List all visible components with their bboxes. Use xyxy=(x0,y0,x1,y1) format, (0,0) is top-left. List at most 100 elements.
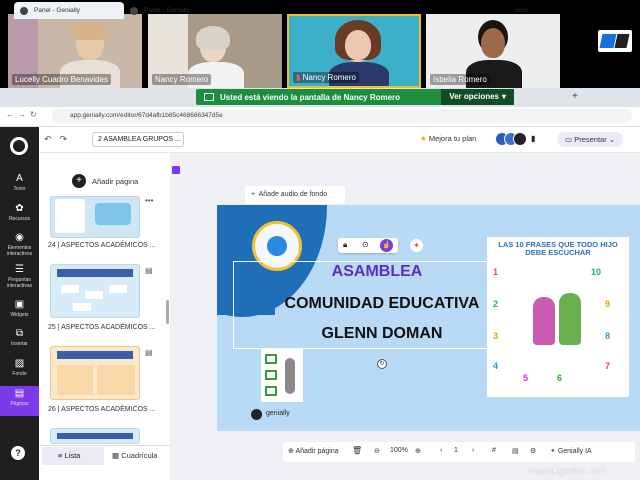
help-icon[interactable]: ? xyxy=(11,446,25,460)
slide-canvas[interactable]: ASAMBLEA COMUNIDAD EDUCATIVA GLENN DOMAN… xyxy=(217,205,640,431)
genially-logo-icon[interactable] xyxy=(10,137,28,155)
tool-text[interactable]: A Texto xyxy=(0,173,39,192)
improve-plan-button[interactable]: ★ Mejora tu plan xyxy=(420,134,476,143)
ai-sparkle-icon[interactable]: ✦ xyxy=(410,239,423,252)
background-icon: ▨ xyxy=(14,358,25,369)
new-tab-button[interactable]: + xyxy=(572,91,578,102)
screen-share-banner: Usted está viendo la pantalla de Nancy R… xyxy=(196,89,514,105)
poster-number: 5 xyxy=(523,373,529,383)
interactive-icon: ◉ xyxy=(15,232,24,243)
zoom-in-icon[interactable]: ⊕ xyxy=(415,447,421,455)
star-icon: ★ xyxy=(420,134,427,143)
add-audio-button[interactable]: + Añade audio de fondo xyxy=(245,186,345,204)
url-text: app.genially.com/editor/67d4afb1b85c4686… xyxy=(70,112,223,119)
more-icon[interactable]: ▤ xyxy=(145,348,153,357)
layers-icon[interactable]: ▤ xyxy=(512,447,519,455)
share-banner-text: Usted está viendo la pantalla de Nancy R… xyxy=(220,92,401,102)
animation-icon[interactable]: ☝ xyxy=(380,239,393,252)
browser-tab[interactable]: Panel - Genially xyxy=(14,2,124,19)
slide-title-line1[interactable]: ASAMBLEA xyxy=(257,263,497,281)
next-page-icon[interactable]: › xyxy=(472,447,474,454)
widgets-icon: ▣ xyxy=(14,299,25,310)
list-view-button[interactable]: ≡ Lista xyxy=(42,447,104,465)
questions-icon: ☰ xyxy=(15,264,24,275)
zoom-level[interactable]: 100% xyxy=(390,447,408,454)
chevron-down-icon: ⌄ xyxy=(608,135,616,144)
slide-label: 25 | ASPECTOS ACADÉMICOS ... xyxy=(48,324,156,331)
slide-title-line2[interactable]: COMUNIDAD EDUCATIVA xyxy=(257,295,507,313)
checklist-image xyxy=(261,348,303,402)
zoom-out-icon[interactable]: ⊖ xyxy=(374,447,380,455)
poster-number: 7 xyxy=(605,361,611,371)
panel-scrollbar[interactable] xyxy=(166,300,169,324)
poster-number: 9 xyxy=(605,299,611,309)
add-page-button[interactable]: ⊕ Añadir página xyxy=(288,447,339,455)
undo-redo[interactable]: ↶↷ xyxy=(44,134,75,145)
participant-tile-active[interactable]: ▮ Nancy Romero xyxy=(287,14,421,88)
brand-label: genially xyxy=(266,410,290,417)
slide-thumb[interactable] xyxy=(50,264,140,318)
participant-tile[interactable]: Nancy Romero xyxy=(148,14,282,88)
genially-favicon-icon xyxy=(130,7,138,15)
chevron-down-icon: ▾ xyxy=(501,92,506,101)
plus-circle-icon: ⊕ xyxy=(288,448,294,455)
genially-ai-button[interactable]: ✦ Genially IA xyxy=(550,447,592,455)
tool-pages[interactable]: ▤ Páginas xyxy=(0,386,39,416)
slide-title-line3[interactable]: GLENN DOMAN xyxy=(257,325,507,343)
more-icon[interactable]: ••• xyxy=(145,196,153,205)
more-icon[interactable]: ▤ xyxy=(145,266,153,275)
poster-title: LAS 10 FRASES QUE TODO HIJO DEBE ESCUCHA… xyxy=(498,240,618,257)
participant-name: Isbelia Romero xyxy=(430,74,490,85)
collapse-panel-icon[interactable] xyxy=(172,166,180,174)
interaction-icon[interactable]: ⊙ xyxy=(362,240,369,249)
participant-name: Nancy Romero xyxy=(152,74,212,85)
browser-tab[interactable]: oom xyxy=(505,2,561,19)
tool-widgets[interactable]: ▣ Widgets xyxy=(0,299,39,318)
delete-icon[interactable]: 🗑︎ xyxy=(352,446,362,455)
browser-tab[interactable]: Panel - Genially xyxy=(124,2,202,19)
tool-interactive-elements[interactable]: ◉ Elementos interactivos xyxy=(0,232,39,257)
text-icon: A xyxy=(16,173,23,184)
participant-tile[interactable]: Isbelia Romero xyxy=(426,14,560,88)
lock-icon[interactable]: 🔒︎ xyxy=(343,240,347,250)
slide-label: 24 | ASPECTOS ACADÉMICOS ... xyxy=(48,242,156,249)
back-icon: ← xyxy=(6,110,18,119)
tool-insert[interactable]: ⧉ Insertar xyxy=(0,328,39,347)
rotate-handle-icon[interactable]: ↻ xyxy=(377,359,387,369)
slide-thumb[interactable] xyxy=(50,196,140,238)
poster-number: 2 xyxy=(493,299,499,309)
nav-buttons[interactable]: ←→↻ xyxy=(6,110,41,119)
screen-share-icon xyxy=(204,93,214,101)
add-page-top[interactable]: Añadir página xyxy=(92,177,138,186)
avatar xyxy=(513,132,527,146)
list-icon: ≡ xyxy=(58,451,63,460)
tool-background[interactable]: ▨ Fondo xyxy=(0,358,39,377)
view-options-button[interactable]: Ver opciones ▾ xyxy=(441,89,514,105)
slide-thumb[interactable] xyxy=(50,428,140,444)
grid-icon: ▦ xyxy=(112,451,120,460)
reload-icon: ↻ xyxy=(30,110,41,119)
present-button[interactable]: ▭ Presentar ⌄ xyxy=(557,132,623,147)
grid-view-button[interactable]: ▦ Cuadrícula xyxy=(112,451,157,460)
grid-icon[interactable]: # xyxy=(492,447,496,454)
add-page-icon[interactable]: + xyxy=(72,174,86,188)
poster-number: 4 xyxy=(493,361,499,371)
undo-icon: ↶ xyxy=(44,134,60,144)
prev-page-icon[interactable]: ‹ xyxy=(440,447,442,454)
settings-icon[interactable]: ⚙ xyxy=(530,447,536,455)
poster-number: 1 xyxy=(493,267,499,277)
zoom-logo xyxy=(598,30,632,52)
page-number[interactable]: 1 xyxy=(454,447,458,454)
tool-resources[interactable]: ✿ Recursos xyxy=(0,203,39,222)
present-icon: ▭ xyxy=(565,135,573,144)
pages-icon: ▤ xyxy=(14,388,25,399)
genially-favicon-icon xyxy=(20,7,28,15)
tool-interactive-questions[interactable]: ☰ Preguntas interactivas xyxy=(0,264,39,289)
participant-tile[interactable]: Lucelly Cuadro Benavides xyxy=(8,14,142,88)
ai-icon: ✦ xyxy=(550,448,556,455)
collaborator-avatars[interactable]: ▮ xyxy=(495,131,543,147)
poster-number: 3 xyxy=(493,331,499,341)
insert-icon: ⧉ xyxy=(15,328,24,339)
slide-thumb[interactable] xyxy=(50,346,140,400)
document-title[interactable]: 2 ASAMBLEA GRUPOS ... xyxy=(92,132,184,147)
